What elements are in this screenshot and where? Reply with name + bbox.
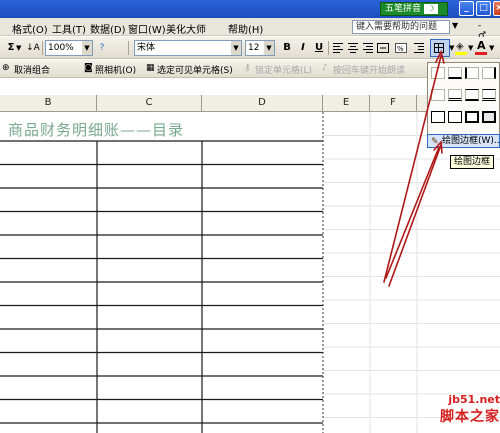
toolbar-divider	[128, 41, 129, 55]
font-color-swatch	[475, 52, 487, 55]
chevron-down-icon[interactable]: ▼	[468, 40, 473, 56]
align-right-icon[interactable]	[361, 40, 375, 56]
outside-borders-option[interactable]	[431, 111, 445, 123]
help-icon[interactable]: ?	[96, 40, 108, 56]
font-name-select[interactable]: 宋体 ▼	[134, 40, 242, 56]
lock-icon: ⚷	[244, 63, 251, 73]
draw-border-menu-item[interactable]: ✎ 绘图边框(W)...	[427, 134, 500, 148]
no-border-option[interactable]	[431, 67, 445, 79]
align-left-icon[interactable]	[331, 40, 345, 56]
merge-center-icon[interactable]	[376, 40, 390, 56]
right-border-option[interactable]	[482, 67, 496, 79]
zoom-select[interactable]: 100% ▼	[45, 40, 93, 56]
menu-data[interactable]: 数据(D)	[90, 21, 126, 36]
svg-text:%: %	[397, 45, 404, 53]
align-center-icon[interactable]	[346, 40, 360, 56]
select-visible-cells-button[interactable]: 选定可见单元格(S)	[157, 63, 233, 76]
thick-box-border-option[interactable]	[465, 111, 479, 123]
moon-icon: ☽	[424, 3, 439, 14]
camera-button[interactable]: 照相机(O)	[95, 63, 136, 76]
font-color-button[interactable]: A	[474, 39, 488, 56]
font-name-value: 宋体	[137, 43, 156, 53]
ungroup-icon[interactable]: ⊕	[2, 63, 10, 73]
toolbar-divider	[328, 41, 329, 55]
font-size-select[interactable]: 12 ▼	[245, 40, 275, 56]
draw-border-tooltip: 绘图边框	[450, 155, 495, 169]
underline-button[interactable]: U	[312, 40, 326, 56]
title-bar: 五笔拼音 ☽ _ □ ×	[0, 0, 500, 18]
toolbar-divider	[42, 41, 43, 55]
chevron-down-icon[interactable]: ▼	[489, 40, 494, 56]
watermark-site-name: 脚本之家	[440, 409, 500, 425]
site-watermark: jb51.net 脚本之家	[428, 393, 500, 426]
menu-window[interactable]: 窗口(W)	[128, 21, 166, 36]
double-bottom-border-option[interactable]	[448, 89, 462, 101]
bold-button[interactable]: B	[280, 40, 294, 56]
chevron-down-icon[interactable]: ▼	[16, 40, 21, 56]
sheet-title-cell[interactable]: 商品财务明细账——目录	[8, 119, 184, 140]
menu-help[interactable]: 帮助(H)	[228, 21, 263, 36]
speaker-icon: ♪	[322, 63, 328, 73]
camera-icon[interactable]: ◙	[84, 63, 93, 73]
select-visible-icon[interactable]: ▦	[146, 63, 155, 73]
fill-color-button[interactable]: ◈	[454, 40, 468, 56]
maximize-button[interactable]: □	[476, 1, 491, 16]
ime-mode-label: 五笔拼音	[385, 4, 422, 14]
percent-style-icon[interactable]: %	[394, 40, 408, 56]
chevron-down-icon[interactable]: ▼	[264, 41, 274, 55]
help-question-input[interactable]: 键入需要帮助的问题	[352, 20, 450, 34]
ime-status-bar[interactable]: 五笔拼音 ☽	[380, 2, 448, 16]
bottom-border-option[interactable]	[448, 67, 462, 79]
menu-tools[interactable]: 工具(T)	[52, 21, 86, 36]
borders-grid-icon	[434, 43, 444, 53]
chevron-down-icon[interactable]: ▼	[82, 41, 92, 55]
italic-button[interactable]: I	[296, 40, 310, 56]
thick-outside-borders-option[interactable]	[482, 111, 496, 123]
menu-beautify-master[interactable]: 美化大师	[166, 21, 206, 36]
font-color-a-icon: A	[477, 39, 486, 52]
indent-icon[interactable]	[412, 40, 426, 56]
font-size-value: 12	[248, 43, 260, 53]
lock-cell-button[interactable]: 锁定单元格(L)	[255, 63, 312, 76]
ungroup-button[interactable]: 取消组合	[14, 63, 50, 76]
menu-bar: 格式(O) 工具(T) 数据(D) 窗口(W) 美化大师 帮助(H) 键入需要帮…	[0, 18, 500, 51]
top-double-bottom-border-option[interactable]	[482, 89, 496, 101]
menu-format[interactable]: 格式(O)	[12, 21, 48, 36]
sort-ascending-button[interactable]: ↓A	[26, 40, 40, 56]
extended-toolbar: ⊕ 取消组合 ◙ 照相机(O) ▦ 选定可见单元格(S) ⚷ 锁定单元格(L) …	[0, 60, 500, 78]
minimize-button[interactable]: _	[459, 1, 474, 16]
all-borders-option[interactable]	[431, 89, 445, 101]
watermark-url: jb51.net	[448, 393, 500, 406]
left-border-option[interactable]	[465, 67, 479, 79]
read-on-enter-button[interactable]: 按回车键开始朗读	[333, 63, 405, 76]
worksheet-area[interactable]: B C D E F 商品财务明细账——目录	[0, 79, 500, 433]
grid-borders-option[interactable]	[448, 111, 462, 123]
thick-bottom-border-option[interactable]	[465, 89, 479, 101]
formatting-toolbar: Σ ▼ ↓A 100% ▼ ? 宋体 ▼ 12 ▼ B I U % ▼ ◈ ▼ …	[0, 37, 500, 59]
fill-color-swatch	[455, 52, 467, 55]
borders-button[interactable]	[430, 39, 450, 57]
zoom-value: 100%	[48, 43, 74, 53]
draw-border-label: 绘图边框(W)...	[442, 136, 500, 146]
chevron-down-icon[interactable]: ▼	[452, 21, 458, 30]
paint-bucket-icon: ◈	[456, 41, 464, 52]
chevron-down-icon[interactable]: ▼	[231, 41, 241, 55]
pencil-icon: ✎	[431, 137, 439, 147]
close-button[interactable]: ×	[493, 1, 500, 16]
